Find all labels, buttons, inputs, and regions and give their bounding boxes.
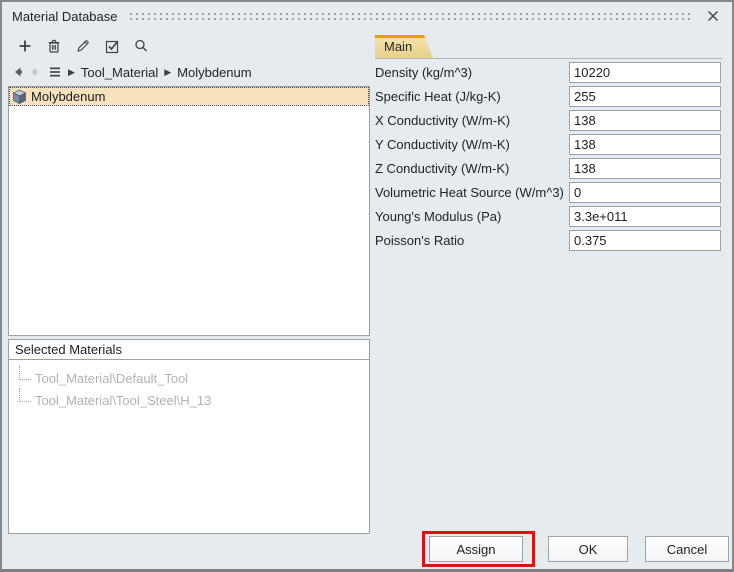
tree-connector-icon <box>19 388 31 402</box>
form-row-volumetric-heat-source: Volumetric Heat Source (W/m^3) <box>375 180 721 204</box>
tree-list-button[interactable] <box>48 66 62 78</box>
search-material-button[interactable] <box>130 35 152 57</box>
z-conductivity-label: Z Conductivity (W/m-K) <box>375 161 509 176</box>
history-back-button[interactable] <box>12 66 24 78</box>
z-conductivity-field[interactable] <box>569 158 721 179</box>
tab-main-label: Main <box>384 39 412 54</box>
close-button[interactable] <box>704 7 722 25</box>
y-conductivity-field[interactable] <box>569 134 721 155</box>
properties-tabbar: Main <box>375 35 722 59</box>
tree-connector-icon <box>19 366 31 380</box>
youngs-modulus-label: Young's Modulus (Pa) <box>375 209 501 224</box>
breadcrumb-separator-icon: ▶ <box>68 68 75 77</box>
edit-material-button[interactable] <box>72 35 94 57</box>
specific-heat-label: Specific Heat (J/kg-K) <box>375 89 501 104</box>
poissons-ratio-field[interactable] <box>569 230 721 251</box>
material-tree-panel: Molybdenum <box>8 86 370 336</box>
volumetric-heat-source-field[interactable] <box>569 182 721 203</box>
tab-main[interactable]: Main <box>375 35 433 58</box>
y-conductivity-label: Y Conductivity (W/m-K) <box>375 137 510 152</box>
add-material-button[interactable] <box>14 35 36 57</box>
assign-button[interactable]: Assign <box>429 536 523 562</box>
toolbar <box>14 34 152 58</box>
titlebar: Material Database <box>2 2 732 30</box>
material-database-dialog: Material Database <box>0 0 734 572</box>
pencil-icon <box>75 38 91 54</box>
selected-material-path: Tool_Material\Default_Tool <box>35 371 188 386</box>
tree-item-molybdenum[interactable]: Molybdenum <box>9 87 369 106</box>
dialog-title: Material Database <box>12 9 118 24</box>
form-row-poissons-ratio: Poisson's Ratio <box>375 228 721 252</box>
form-row-specific-heat: Specific Heat (J/kg-K) <box>375 84 721 108</box>
list-item[interactable]: Tool_Material\Default_Tool <box>17 367 369 389</box>
selected-materials-header: Selected Materials <box>8 339 370 360</box>
forward-arrow-icon <box>30 66 42 78</box>
breadcrumb: ▶ Tool_Material ▶ Molybdenum <box>12 62 252 82</box>
density-label: Density (kg/m^3) <box>375 65 472 80</box>
youngs-modulus-field[interactable] <box>569 206 721 227</box>
breadcrumb-separator-icon: ▶ <box>164 68 171 77</box>
form-row-y-conductivity: Y Conductivity (W/m-K) <box>375 132 721 156</box>
form-row-density: Density (kg/m^3) <box>375 60 721 84</box>
poissons-ratio-label: Poisson's Ratio <box>375 233 464 248</box>
delete-material-button[interactable] <box>43 35 65 57</box>
trash-icon <box>46 38 62 54</box>
plus-icon <box>17 38 33 54</box>
back-arrow-icon <box>12 66 24 78</box>
form-row-z-conductivity: Z Conductivity (W/m-K) <box>375 156 721 180</box>
material-properties-form: Density (kg/m^3) Specific Heat (J/kg-K) … <box>375 60 721 252</box>
density-field[interactable] <box>569 62 721 83</box>
form-row-x-conductivity: X Conductivity (W/m-K) <box>375 108 721 132</box>
volumetric-heat-source-label: Volumetric Heat Source (W/m^3) <box>375 185 564 200</box>
form-row-youngs-modulus: Young's Modulus (Pa) <box>375 204 721 228</box>
cube-icon <box>12 89 27 105</box>
ok-button[interactable]: OK <box>548 536 628 562</box>
breadcrumb-segment-tool-material[interactable]: Tool_Material <box>81 65 158 80</box>
tree-list-icon <box>48 66 62 78</box>
selected-materials-title: Selected Materials <box>15 342 122 357</box>
cancel-button[interactable]: Cancel <box>645 536 729 562</box>
close-icon <box>707 10 719 22</box>
magnifier-icon <box>133 38 149 54</box>
x-conductivity-label: X Conductivity (W/m-K) <box>375 113 510 128</box>
apply-material-button[interactable] <box>101 35 123 57</box>
history-forward-button[interactable] <box>30 66 42 78</box>
breadcrumb-segment-molybdenum[interactable]: Molybdenum <box>177 65 251 80</box>
checkbox-check-icon <box>104 38 120 54</box>
list-item[interactable]: Tool_Material\Tool_Steel\H_13 <box>17 389 369 411</box>
specific-heat-field[interactable] <box>569 86 721 107</box>
selected-materials-list: Tool_Material\Default_Tool Tool_Material… <box>8 359 370 534</box>
x-conductivity-field[interactable] <box>569 110 721 131</box>
tree-item-label: Molybdenum <box>31 89 105 104</box>
drag-handle-dots[interactable] <box>130 13 691 20</box>
selected-material-path: Tool_Material\Tool_Steel\H_13 <box>35 393 211 408</box>
